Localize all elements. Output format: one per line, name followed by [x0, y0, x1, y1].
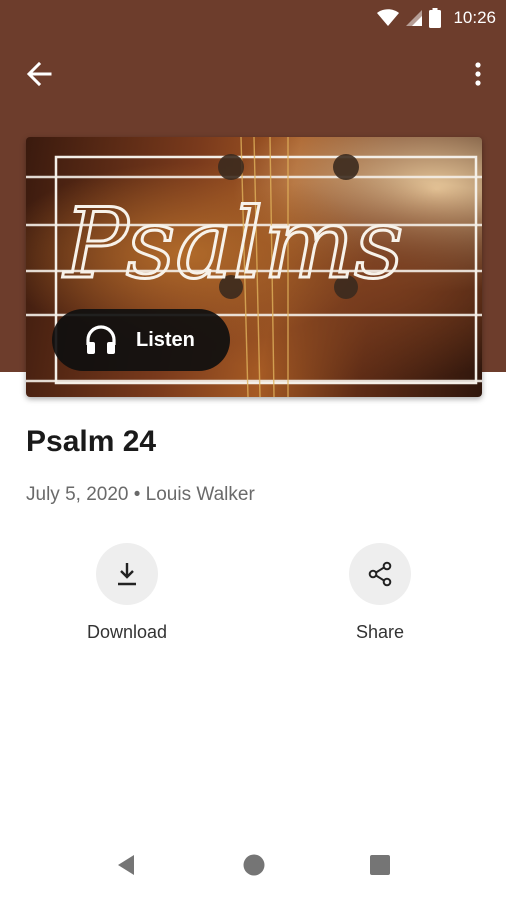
nav-home-button[interactable]	[239, 850, 269, 880]
more-options-button[interactable]	[468, 58, 488, 90]
arrow-left-icon	[26, 61, 52, 87]
listen-button[interactable]: Listen	[52, 309, 230, 371]
share-circle	[349, 543, 411, 605]
more-vert-icon	[475, 62, 481, 86]
battery-icon	[429, 8, 442, 28]
headphones-icon	[86, 325, 116, 354]
cell-signal-icon	[406, 10, 423, 26]
share-icon	[368, 561, 392, 587]
listen-label: Listen	[136, 328, 195, 351]
download-button[interactable]: Download	[57, 543, 197, 643]
wifi-icon	[377, 9, 400, 26]
triangle-back-icon	[118, 855, 134, 875]
share-label: Share	[355, 622, 405, 642]
status-time: 10:26	[453, 8, 496, 27]
square-recents-icon	[370, 855, 390, 875]
back-button[interactable]	[22, 58, 58, 90]
artwork-script-text: Psalms	[62, 188, 404, 300]
sermon-date-speaker: July 5, 2020 • Louis Walker	[26, 484, 255, 505]
nav-back-button[interactable]	[112, 850, 142, 880]
circle-home-icon	[243, 854, 265, 876]
status-bar: 10:26	[0, 0, 506, 36]
download-circle	[96, 543, 158, 605]
share-button[interactable]: Share	[310, 543, 450, 643]
toolbar	[0, 44, 506, 104]
sermon-title: Psalm 24	[26, 425, 157, 458]
nav-recents-button[interactable]	[365, 850, 395, 880]
sermon-artwork: Psalms Listen	[26, 137, 482, 397]
download-label: Download	[86, 622, 168, 642]
status-icons: 10:26	[377, 6, 496, 30]
download-icon	[118, 563, 136, 586]
system-navigation-bar	[0, 830, 506, 900]
